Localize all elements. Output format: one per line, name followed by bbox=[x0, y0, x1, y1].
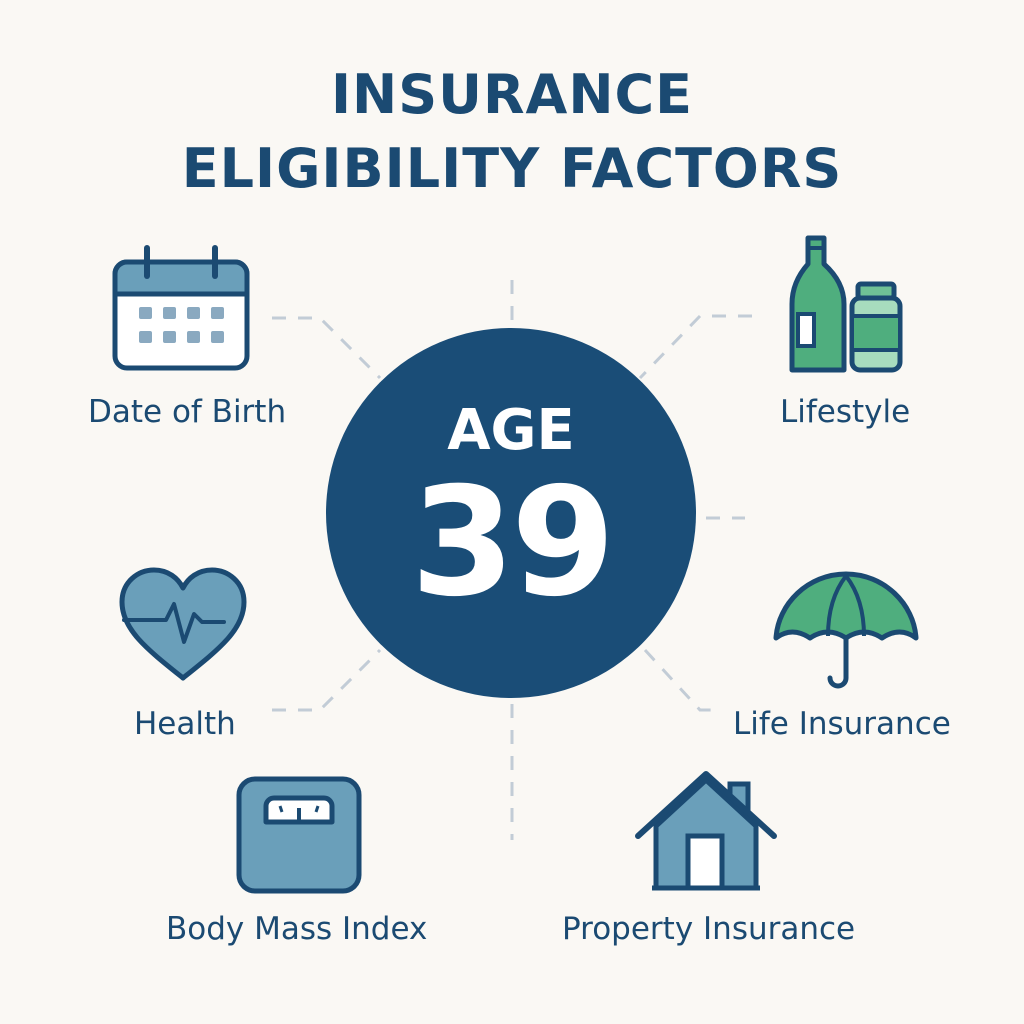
connector-life-insurance bbox=[643, 648, 720, 712]
calendar-icon bbox=[112, 245, 250, 371]
factor-label-date-of-birth: Date of Birth bbox=[88, 394, 287, 430]
house-icon bbox=[635, 771, 777, 891]
connector-health bbox=[272, 648, 382, 712]
age-label: AGE bbox=[447, 398, 575, 463]
connector-lifestyle bbox=[638, 314, 752, 380]
factor-label-lifestyle: Lifestyle bbox=[780, 394, 911, 430]
connector-date-of-birth bbox=[272, 316, 382, 380]
age-circle: AGE 39 bbox=[326, 328, 696, 698]
scale-icon bbox=[236, 776, 362, 894]
factor-label-body-mass-index: Body Mass Index bbox=[166, 911, 428, 947]
age-value: 39 bbox=[410, 456, 616, 630]
factor-label-property-insurance: Property Insurance bbox=[562, 911, 856, 947]
factor-label-life-insurance: Life Insurance bbox=[733, 706, 951, 742]
bottles-icon bbox=[789, 235, 903, 373]
umbrella-icon bbox=[773, 571, 919, 689]
heart-pulse-icon bbox=[119, 567, 247, 681]
factor-label-health: Health bbox=[134, 706, 236, 742]
